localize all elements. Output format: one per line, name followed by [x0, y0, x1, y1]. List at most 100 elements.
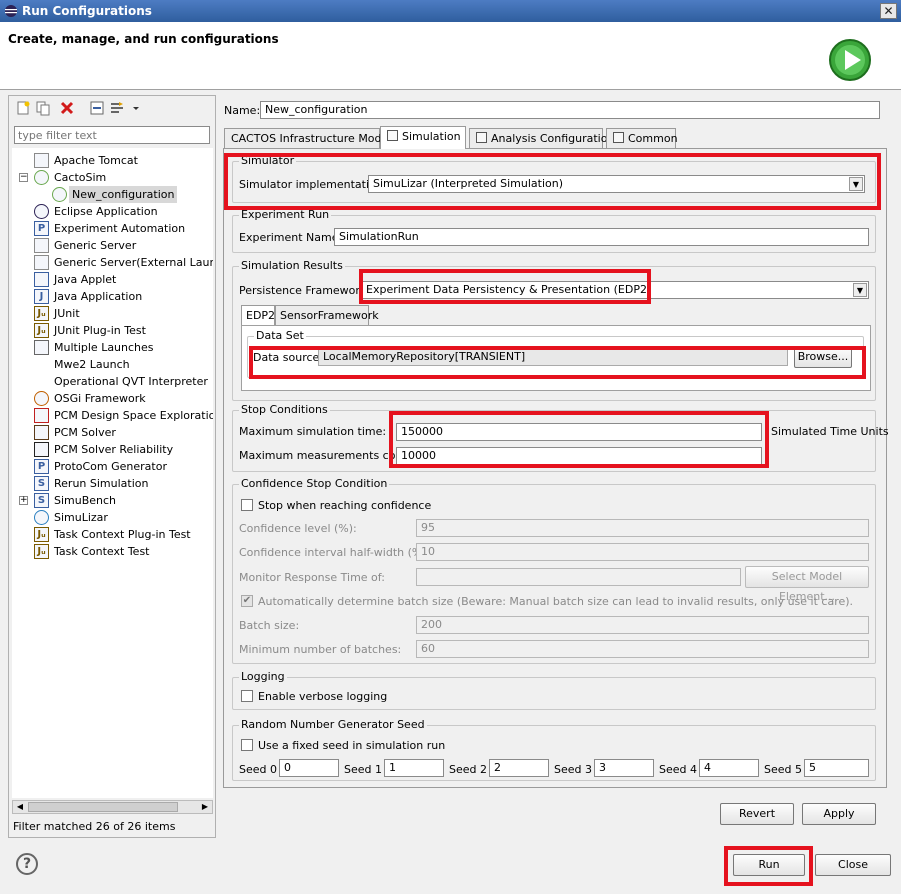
select-model-element-button[interactable]: Select Model Element...: [745, 566, 869, 603]
cactosim-icon: [34, 170, 49, 185]
revert-button[interactable]: Revert: [720, 803, 794, 825]
server-icon: [34, 255, 49, 270]
tree-item-label: ProtoCom Generator: [54, 460, 167, 473]
min-batches-input[interactable]: 60: [416, 640, 869, 658]
persistence-framework-select[interactable]: Experiment Data Persistency & Presentati…: [361, 281, 869, 299]
min-batches-label: Minimum number of batches:: [239, 643, 402, 656]
max-measurements-count-label: Maximum measurements count:: [239, 449, 418, 462]
confidence-halfwidth-input[interactable]: 10: [416, 543, 869, 561]
name-label: Name:: [224, 104, 261, 117]
seed-3-input[interactable]: 3: [594, 759, 654, 777]
tab-sensorframework[interactable]: SensorFramework: [275, 305, 379, 325]
batch-size-label: Batch size:: [239, 619, 300, 632]
tab-analysis-configuration[interactable]: Analysis Configuration: [469, 128, 614, 148]
filter-status: Filter matched 26 of 26 items: [13, 820, 176, 833]
simulator-implementation-value: SimuLizar (Interpreted Simulation): [373, 177, 564, 190]
duplicate-icon[interactable]: [35, 100, 51, 116]
fixed-seed-checkbox[interactable]: [241, 739, 253, 751]
chevron-down-icon[interactable]: ▼: [849, 177, 863, 191]
seed-0-label: Seed 0: [239, 763, 277, 776]
new-config-icon[interactable]: [15, 100, 31, 116]
osgi-icon: [34, 391, 49, 406]
stop-confidence-label: Stop when reaching confidence: [258, 499, 432, 512]
tree-horizontal-scrollbar[interactable]: ◀ ▶: [12, 800, 213, 814]
close-button[interactable]: Close: [815, 854, 891, 876]
scroll-left-icon[interactable]: ◀: [13, 801, 27, 813]
tab-cactos-infrastructure-models[interactable]: CACTOS Infrastructure Models: [224, 128, 397, 148]
stop-conditions-group-title: Stop Conditions: [239, 403, 330, 416]
collapse-all-icon[interactable]: [89, 100, 105, 116]
pcm-dse-icon: [34, 408, 49, 423]
window-titlebar: Run Configurations ✕: [0, 0, 901, 22]
scroll-thumb[interactable]: [28, 802, 178, 812]
logging-group-title: Logging: [239, 670, 287, 683]
blank-icon: [34, 374, 49, 389]
seed-group-title: Random Number Generator Seed: [239, 718, 427, 731]
batch-size-input[interactable]: 200: [416, 616, 869, 634]
chevron-down-icon[interactable]: ▼: [853, 283, 867, 297]
persistence-framework-label: Persistence Framework:: [239, 284, 371, 297]
seed-5-label: Seed 5: [764, 763, 802, 776]
blank-icon: [34, 357, 49, 372]
collapse-icon[interactable]: −: [19, 173, 28, 182]
run-icon: [829, 39, 871, 81]
browse-button[interactable]: Browse...: [794, 346, 852, 368]
junit-icon: Jᵤ: [34, 306, 49, 321]
seed-1-input[interactable]: 1: [384, 759, 444, 777]
junit-icon: Jᵤ: [34, 544, 49, 559]
configuration-editor: Name: New_configuration CACTOS Infrastru…: [220, 95, 893, 838]
expand-icon[interactable]: +: [19, 496, 28, 505]
max-measurements-count-input[interactable]: 10000: [396, 447, 762, 465]
tab-common[interactable]: Common: [606, 128, 678, 148]
logging-group: Logging Enable verbose logging: [232, 670, 876, 710]
window-close-button[interactable]: ✕: [880, 3, 897, 19]
filter-icon[interactable]: [109, 100, 125, 116]
simulated-time-units-label: Simulated Time Units: [771, 425, 889, 438]
seed-4-input[interactable]: 4: [699, 759, 759, 777]
name-input[interactable]: New_configuration: [260, 101, 880, 119]
max-simulation-time-label: Maximum simulation time:: [239, 425, 387, 438]
scroll-right-icon[interactable]: ▶: [198, 801, 212, 813]
s-icon: S: [34, 493, 49, 508]
analysis-tab-icon: [476, 132, 487, 143]
applet-icon: [34, 272, 49, 287]
filter-input[interactable]: [14, 126, 210, 144]
tree-item-label: PCM Design Space Exploration: [54, 409, 213, 422]
run-button[interactable]: Run: [733, 854, 805, 876]
tree-item-label: Operational QVT Interpreter: [54, 375, 208, 388]
seed-3-label: Seed 3: [554, 763, 592, 776]
delete-icon[interactable]: [59, 100, 75, 116]
auto-batch-label: Automatically determine batch size (Bewa…: [258, 595, 854, 608]
verbose-logging-checkbox[interactable]: [241, 690, 253, 702]
data-set-group: Data Set Data source: LocalMemoryReposit…: [247, 329, 864, 378]
monitor-response-time-input[interactable]: [416, 568, 741, 586]
data-source-label: Data source:: [253, 351, 323, 364]
simulator-implementation-label: Simulator implementation:: [239, 178, 387, 191]
pcm-solver-icon: [34, 425, 49, 440]
tree-item-label: PCM Solver Reliability: [54, 443, 174, 456]
edp2-tab-body: Data Set Data source: LocalMemoryReposit…: [241, 325, 871, 391]
apply-button[interactable]: Apply: [802, 803, 876, 825]
stop-confidence-checkbox[interactable]: [241, 499, 253, 511]
seed-group: Random Number Generator Seed Use a fixed…: [232, 718, 876, 781]
monitor-response-time-label: Monitor Response Time of:: [239, 571, 385, 584]
tree-item-label: Task Context Test: [54, 545, 150, 558]
confidence-level-input[interactable]: 95: [416, 519, 869, 537]
simulation-tab-body: Simulator Simulator implementation: Simu…: [223, 148, 889, 788]
tab-simulation[interactable]: Simulation: [380, 126, 466, 149]
view-menu-icon[interactable]: [131, 100, 141, 116]
auto-batch-checkbox[interactable]: ✔: [241, 595, 253, 607]
tree-item-label: SimuBench: [54, 494, 117, 507]
seed-2-input[interactable]: 2: [489, 759, 549, 777]
tab-label: Analysis Configuration: [491, 132, 615, 145]
experiment-run-group: Experiment Run Experiment Name: Simulati…: [232, 208, 876, 253]
simulizar-icon: [34, 510, 49, 525]
simulator-implementation-select[interactable]: SimuLizar (Interpreted Simulation) ▼: [368, 175, 865, 193]
simulator-group-title: Simulator: [239, 154, 297, 167]
experiment-name-input[interactable]: SimulationRun: [334, 228, 869, 246]
seed-0-input[interactable]: 0: [279, 759, 339, 777]
max-simulation-time-input[interactable]: 150000: [396, 423, 762, 441]
help-icon[interactable]: ?: [16, 853, 38, 875]
seed-5-input[interactable]: 5: [804, 759, 869, 777]
tab-edp2[interactable]: EDP2: [241, 305, 275, 325]
